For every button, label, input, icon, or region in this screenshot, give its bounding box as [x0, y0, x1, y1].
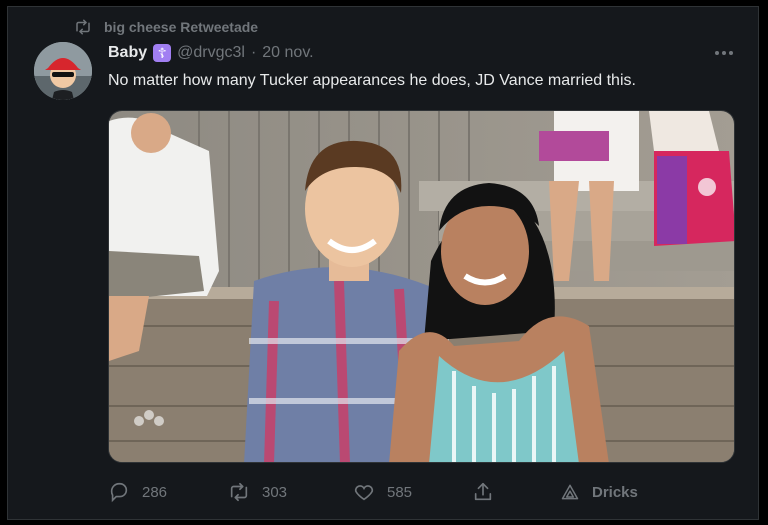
avatar[interactable] [34, 42, 92, 100]
heart-icon[interactable] [353, 481, 375, 503]
analytics-button[interactable]: Dricks [560, 480, 638, 504]
retweet-button[interactable]: 303 [228, 480, 287, 504]
tweet-date[interactable]: 20 nov. [262, 44, 313, 62]
analytics-label: Dricks [592, 483, 638, 501]
share-button[interactable] [472, 480, 494, 504]
more-options-icon[interactable] [707, 43, 741, 63]
reply-count: 286 [142, 483, 168, 501]
like-button[interactable]: 585 [353, 480, 412, 504]
tweet-header: Baby ☦ @drvgc3l · 20 nov. [108, 42, 314, 64]
tweet-actions: 286 303 585 Dricks [108, 480, 668, 504]
tweet-text: No matter how many Tucker appearances he… [108, 72, 636, 89]
retweet-count: 303 [262, 483, 288, 501]
retweet-banner: big cheese Retweetade [74, 17, 258, 37]
analytics-icon[interactable] [560, 482, 580, 502]
reply-icon[interactable] [108, 481, 130, 503]
user-handle[interactable]: @drvgc3l [177, 44, 245, 62]
retweeter-text[interactable]: big cheese Retweetade [104, 19, 258, 35]
separator-dot: · [250, 44, 257, 61]
like-count: 585 [387, 483, 413, 501]
orthodox-cross-icon: ☦ [153, 44, 172, 62]
display-name[interactable]: Baby [108, 44, 147, 62]
share-icon[interactable] [472, 481, 494, 503]
retweet-icon[interactable] [228, 481, 250, 503]
reply-button[interactable]: 286 [108, 480, 167, 504]
tweet-photo[interactable] [108, 110, 735, 463]
retweet-icon [74, 18, 92, 36]
